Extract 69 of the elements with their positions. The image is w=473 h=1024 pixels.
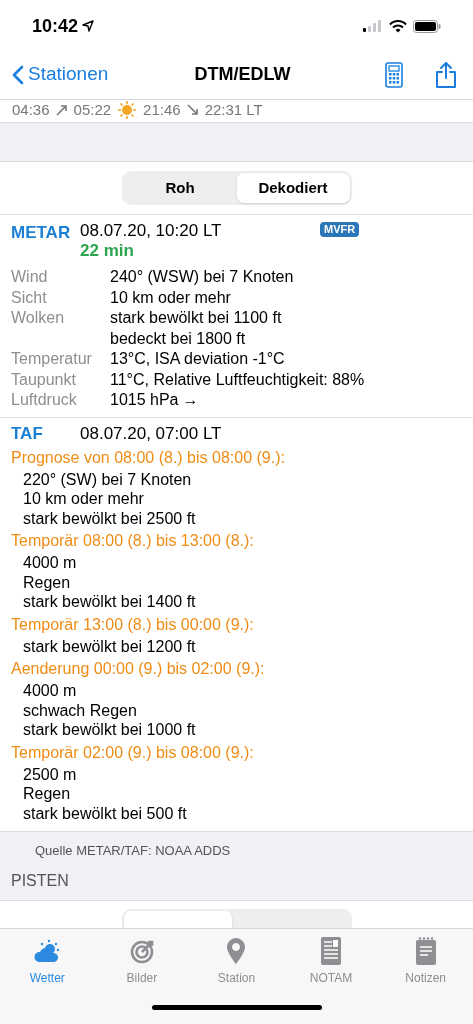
forecast-line: stark bewölkt bei 1200 ft [22,636,197,656]
forecast-line: stark bewölkt bei 1400 ft [22,592,197,612]
trend-arrow: → [182,390,199,410]
forecast-line: 4000 m [22,553,78,573]
period-header: Temporär 08:00 (8.) bis 13:00 (8.): [11,531,255,551]
taf-label: TAF [11,422,44,445]
field-label: Sicht [11,287,48,308]
field-label: Wolken [11,308,66,328]
signal-icon [363,20,383,32]
segment-tab[interactable]: Roh [123,173,237,203]
metar-age: 22 min [80,241,135,261]
forecast-line: 10 km oder mehr [22,489,145,509]
field-value: 240° (WSW) bei 7 Knoten [110,267,294,287]
tab-bar-item[interactable]: NOTAM [283,936,379,991]
field-label: Wind [11,267,49,287]
forecast-line: 4000 m [22,681,78,701]
forecast-line: stark bewölkt bei 2500 ft [22,508,197,528]
field-value: 11°C, Relative Luftfeuchtigkeit: 88% [110,369,365,390]
target-icon [128,938,155,964]
field-label: Taupunkt [11,369,77,390]
location-arrow-icon [82,20,95,32]
notepad-icon [415,937,436,965]
tab-bar-item[interactable]: Notizen [378,936,473,991]
metar-label: METAR [11,222,72,244]
field-value: 13°C, ISA deviation -1°C [110,349,285,369]
forecast-line: Regen [22,572,72,592]
document-icon [321,937,342,965]
taf-time: 08.07.20, 07:00 LT [80,422,222,445]
sunset-time: 22:31 LT [204,100,263,120]
sunrise-time: 05:22 [73,100,112,120]
back-button[interactable]: Stationen [12,60,152,89]
cloud-sun-icon [34,938,61,964]
section-header: PISTEN [11,872,69,889]
forecast-line: schwach Regen [22,700,138,720]
forecast-line: 220° (SW) bei 7 Knoten [22,469,193,489]
status-time: 10:42 [32,14,79,38]
calculator-icon[interactable] [385,61,403,88]
source-note: Quelle METAR/TAF: NOAA ADDS [35,843,231,858]
sunset-time: 21:46 [143,100,181,120]
battery-icon [413,19,441,33]
segment-tab[interactable]: Dekodiert [236,173,350,203]
share-icon[interactable] [435,60,457,89]
period-header: Temporär 13:00 (8.) bis 00:00 (9.): [11,614,255,635]
sunrise-time: 04:36 [12,100,50,120]
period-header: Temporär 02:00 (9.) bis 08:00 (9.): [11,742,255,763]
forecast-line: Regen [22,784,72,804]
field-value: stark bewölkt bei 1100 ft [110,308,282,328]
tab-bar-item[interactable]: Bilder [94,936,190,991]
chevron-left-icon [12,64,24,85]
tab-bar-item[interactable]: Wetter [0,936,95,991]
forecast-line: stark bewölkt bei 1000 ft [22,720,197,740]
nav-title: DTM/EDLW [193,63,292,86]
metar-time: 08.07.20, 10:20 LT [80,220,223,241]
field-label: Temperatur [11,349,93,369]
arrow-down-right-icon [186,104,199,116]
tab-bar-item[interactable]: Station [189,936,284,991]
field-value: 1015 hPa [110,390,179,410]
arrow-up-right-icon [55,104,68,116]
wifi-icon [389,19,407,33]
period-header: Aenderung 00:00 (9.) bis 02:00 (9.): [11,659,266,679]
forecast-line: 2500 m [22,764,78,784]
sun-icon [117,100,138,120]
location-pin-icon [226,937,247,965]
field-value: bedeckt bei 1800 ft [110,328,246,349]
forecast-line: stark bewölkt bei 500 ft [22,803,188,823]
period-header: Prognose von 08:00 (8.) bis 08:00 (9.): [11,447,286,468]
field-label: Luftdruck [11,390,78,410]
flight-category-badge: MVFR [320,222,360,237]
field-value: 10 km oder mehr [110,287,231,308]
